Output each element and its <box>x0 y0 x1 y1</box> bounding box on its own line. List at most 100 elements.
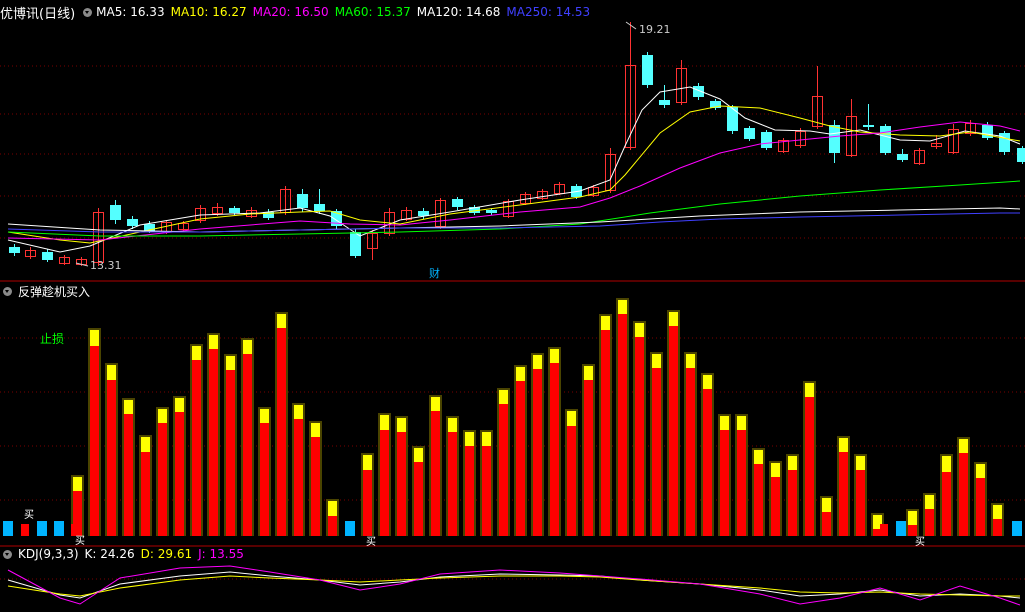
ma120-label: MA120: 14.68 <box>416 5 501 19</box>
bar-red <box>839 452 848 536</box>
bar-red <box>141 452 150 536</box>
bar-red <box>175 412 184 536</box>
bar-cyan <box>345 521 355 536</box>
candle-body-down <box>42 252 53 260</box>
candle-body-down <box>486 210 497 213</box>
bar-red <box>584 380 593 536</box>
bar-yellow-cap <box>414 448 423 462</box>
bar-yellow-cap <box>499 390 508 404</box>
indicator-title[interactable]: 反弹趁机买入 <box>18 283 90 300</box>
bar-red <box>107 380 116 536</box>
bar-red <box>482 446 491 536</box>
candle-body-down <box>744 128 755 139</box>
bar-small <box>71 524 79 536</box>
bar-small <box>880 524 888 536</box>
bar-red <box>993 519 1002 536</box>
high-annotation: 19.21 <box>639 23 671 36</box>
bar-red <box>380 430 389 536</box>
bar-yellow-cap <box>856 456 865 470</box>
bar-red <box>397 432 406 536</box>
bar-yellow-cap <box>942 456 951 472</box>
bar-yellow-cap <box>363 455 372 470</box>
bar-yellow-cap <box>618 300 627 314</box>
bar-yellow-cap <box>601 316 610 330</box>
ma20-label: MA20: 16.50 <box>252 5 329 19</box>
bar-yellow-cap <box>550 349 559 363</box>
bar-yellow-cap <box>737 416 746 430</box>
bar-red <box>90 346 99 536</box>
bar-red <box>226 370 235 536</box>
chart-canvas[interactable]: 19.2113.31财买买买买 <box>0 0 1025 612</box>
bar-yellow-cap <box>754 450 763 464</box>
bar-cyan <box>3 521 13 536</box>
stock-title[interactable]: 优博讯(日线) <box>0 3 75 22</box>
bar-yellow-cap <box>976 464 985 478</box>
bar-yellow-cap <box>686 354 695 368</box>
indicator-panel-header: 反弹趁机买入 <box>0 281 96 301</box>
bar-red <box>414 462 423 536</box>
bar-red <box>635 337 644 536</box>
bar-yellow-cap <box>465 432 474 446</box>
bar-red <box>652 368 661 536</box>
bar-yellow-cap <box>260 409 269 423</box>
bar-red <box>686 368 695 536</box>
main-panel-header: 优博讯(日线) MA5: 16.33 MA10: 16.27 MA20: 16.… <box>0 2 596 22</box>
bar-red <box>567 426 576 536</box>
bar-yellow-cap <box>175 398 184 412</box>
bar-yellow-cap <box>908 511 917 525</box>
candle-body-down <box>297 194 308 208</box>
candle-body-down <box>829 125 840 153</box>
candle-body-down <box>761 132 772 148</box>
bar-yellow-cap <box>141 437 150 452</box>
bar-yellow-cap <box>788 456 797 470</box>
bar-yellow-cap <box>431 397 440 411</box>
bar-yellow-cap <box>567 411 576 426</box>
bar-yellow-cap <box>805 383 814 397</box>
bar-yellow-cap <box>192 346 201 360</box>
bar-red <box>976 478 985 536</box>
bar-red <box>959 453 968 536</box>
stop-loss-label: 止损 <box>40 332 65 346</box>
kdj-panel-header: KDJ(9,3,3) K: 24.26 D: 29.61 J: 13.55 <box>0 544 250 564</box>
ma60-label: MA60: 15.37 <box>334 5 411 19</box>
bar-yellow-cap <box>277 314 286 328</box>
kdj-k-label: K: 24.26 <box>84 547 135 561</box>
bar-small <box>21 524 29 536</box>
bar-yellow-cap <box>73 477 82 491</box>
bar-red <box>669 326 678 536</box>
bar-red <box>243 354 252 536</box>
bar-red <box>703 389 712 536</box>
stock-name: 优博讯 <box>0 6 40 22</box>
bar-yellow-cap <box>533 355 542 369</box>
bar-yellow-cap <box>771 463 780 477</box>
bar-yellow-cap <box>158 409 167 423</box>
period-label: (日线) <box>39 6 76 22</box>
bar-red <box>431 411 440 536</box>
buy-label: 买 <box>24 509 34 521</box>
candle-body-down <box>9 247 20 253</box>
ma10-label: MA10: 16.27 <box>170 5 247 19</box>
kdj-j-line <box>7 565 1021 606</box>
bar-yellow-cap <box>448 418 457 432</box>
dropdown-icon[interactable] <box>83 7 93 17</box>
bar-red <box>311 437 320 536</box>
dropdown-icon[interactable] <box>3 286 12 296</box>
bar-red <box>942 472 951 536</box>
bar-yellow-cap <box>635 323 644 337</box>
bar-red <box>328 516 337 536</box>
bar-yellow-cap <box>328 501 337 516</box>
ma20-line <box>7 121 1021 241</box>
low-annotation: 13.31 <box>90 259 122 272</box>
candle-body-down <box>1017 148 1025 162</box>
bar-red <box>448 432 457 536</box>
buy-label: 买 <box>915 536 925 548</box>
bar-red <box>294 419 303 536</box>
bar-yellow-cap <box>482 432 491 446</box>
bar-yellow-cap <box>584 366 593 380</box>
kdj-j-label: J: 13.55 <box>198 547 244 561</box>
dropdown-icon[interactable] <box>3 549 12 559</box>
kdj-name[interactable]: KDJ(9,3,3) <box>18 547 79 561</box>
bar-yellow-cap <box>294 405 303 419</box>
bar-red <box>158 423 167 536</box>
bar-red <box>754 464 763 536</box>
